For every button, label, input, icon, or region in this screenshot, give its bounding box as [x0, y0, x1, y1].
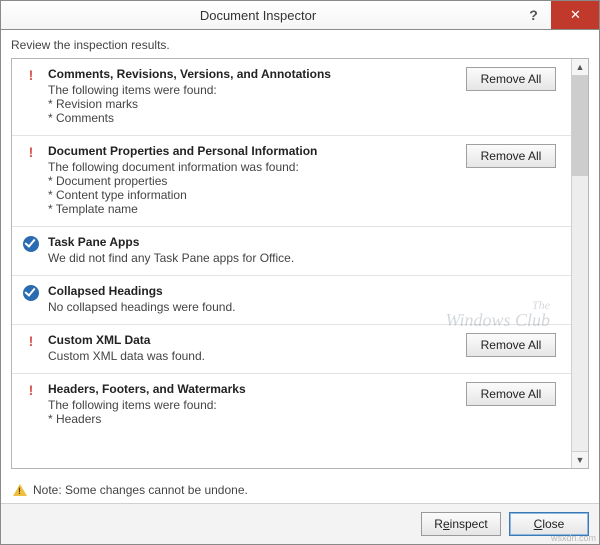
titlebar: Document Inspector ? ✕ [0, 0, 600, 30]
footer-note-text: Note: Some changes cannot be undone. [33, 483, 248, 497]
source-label: wsxdn.com [551, 533, 596, 543]
section-item: * Headers [48, 412, 458, 426]
section-description: The following document information was f… [48, 160, 458, 174]
alert-icon: ! [29, 145, 34, 216]
section-item: * Revision marks [48, 97, 458, 111]
section-title: Document Properties and Personal Informa… [48, 144, 458, 158]
review-label: Review the inspection results. [1, 30, 599, 56]
section-title: Comments, Revisions, Versions, and Annot… [48, 67, 458, 81]
help-button[interactable]: ? [515, 1, 551, 29]
section-title: Task Pane Apps [48, 235, 561, 249]
section-description: No collapsed headings were found. [48, 300, 561, 314]
inspection-section: Collapsed Headings No collapsed headings … [12, 276, 571, 325]
window-title: Document Inspector [1, 8, 515, 23]
section-item: * Document properties [48, 174, 458, 188]
dialog-body: Review the inspection results. ! Comments… [0, 30, 600, 545]
inspection-section: ! Headers, Footers, and Watermarks The fol… [12, 374, 571, 436]
section-item: * Comments [48, 111, 458, 125]
remove-all-button[interactable]: Remove All [466, 144, 556, 168]
inspection-section: Task Pane Apps We did not find any Task P… [12, 227, 571, 276]
checkmark-icon [23, 285, 39, 301]
scroll-up-button[interactable]: ▲ [572, 59, 588, 76]
section-title: Custom XML Data [48, 333, 458, 347]
titlebar-buttons: ? ✕ [515, 1, 599, 29]
section-item: * Content type information [48, 188, 458, 202]
reinspect-button[interactable]: Reinspect [421, 512, 501, 536]
button-bar: Reinspect Close [1, 503, 599, 544]
remove-all-button[interactable]: Remove All [466, 382, 556, 406]
inspection-section: ! Custom XML Data Custom XML data was foun… [12, 325, 571, 374]
scroll-down-button[interactable]: ▼ [572, 451, 588, 468]
section-description: The following items were found: [48, 398, 458, 412]
section-title: Headers, Footers, and Watermarks [48, 382, 458, 396]
alert-icon: ! [29, 334, 34, 363]
results-panel: ! Comments, Revisions, Versions, and Anno… [11, 58, 589, 469]
inspection-section: ! Comments, Revisions, Versions, and Anno… [12, 59, 571, 136]
scroll-thumb[interactable] [572, 76, 588, 176]
section-title: Collapsed Headings [48, 284, 561, 298]
remove-all-button[interactable]: Remove All [466, 67, 556, 91]
warning-icon [13, 484, 27, 496]
alert-icon: ! [29, 383, 34, 426]
close-window-button[interactable]: ✕ [551, 1, 599, 29]
checkmark-icon [23, 236, 39, 252]
results-list: ! Comments, Revisions, Versions, and Anno… [12, 59, 571, 468]
vertical-scrollbar[interactable]: ▲ ▼ [571, 59, 588, 468]
section-description: We did not find any Task Pane apps for O… [48, 251, 561, 265]
section-item: * Template name [48, 202, 458, 216]
section-description: Custom XML data was found. [48, 349, 458, 363]
footer-note: Note: Some changes cannot be undone. [1, 477, 599, 503]
alert-icon: ! [29, 68, 34, 125]
inspection-section: ! Document Properties and Personal Inform… [12, 136, 571, 227]
section-description: The following items were found: [48, 83, 458, 97]
remove-all-button[interactable]: Remove All [466, 333, 556, 357]
